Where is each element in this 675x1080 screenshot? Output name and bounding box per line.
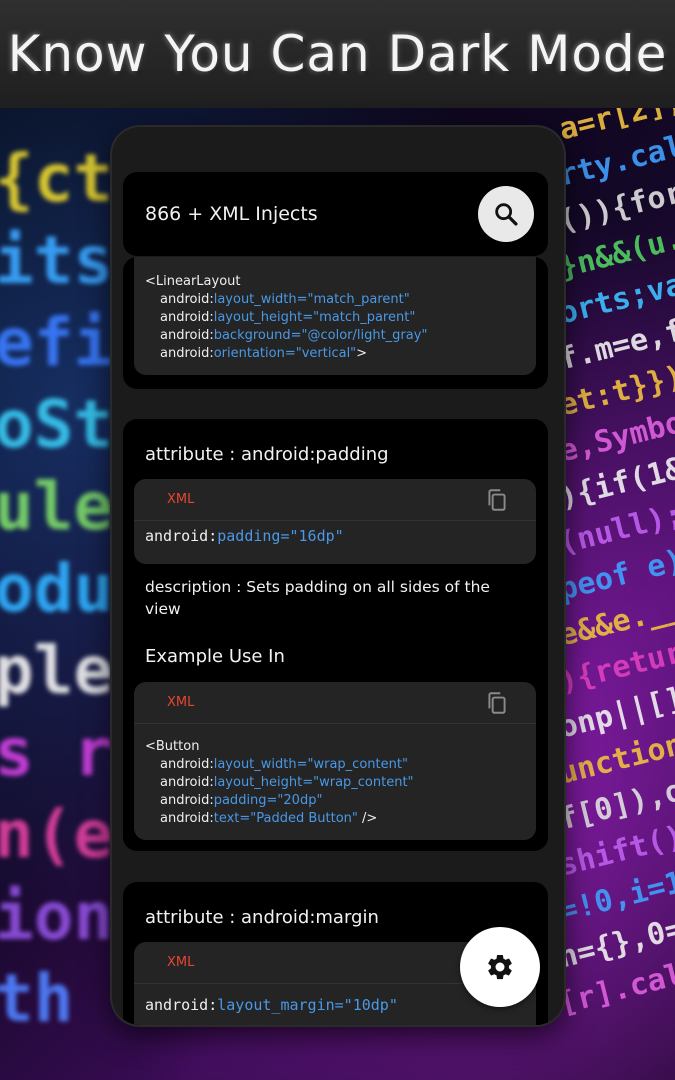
code-prefix: android: (160, 346, 214, 361)
code-attribute-line: android:padding="20dp" (145, 792, 536, 810)
code-prefix: android: (160, 310, 214, 325)
code-value: layout_width="wrap_content" (213, 757, 408, 772)
code-value: padding="16dp" (217, 527, 344, 545)
background-code-right: a=r[2],c rty.call(()){for(}n&&(u.sp orts;v… (556, 108, 675, 1028)
attribute-description: description : Sets padding on all sides … (145, 578, 490, 618)
code-suffix: /> (357, 811, 378, 826)
attribute-title: attribute : android:padding (145, 444, 389, 465)
phone-screen: <LinearLayout android:layout_width="matc… (112, 127, 564, 1025)
code-attribute-line: android:orientation="vertical"> (145, 345, 536, 363)
code-prefix: android: (160, 775, 214, 790)
example-heading: Example Use In (145, 646, 285, 667)
code-block-padding: XML android:padding="16dp" (134, 479, 536, 564)
code-attribute-line: android:background="@color/light_gray" (145, 327, 536, 345)
code-attribute-line: android:layout_width="match_parent" (145, 291, 536, 309)
code-prefix: android: (160, 757, 214, 772)
copy-icon[interactable] (484, 690, 510, 716)
code-prefix: android: (160, 793, 214, 808)
app-bar: 866 + XML Injects (123, 172, 548, 256)
code-prefix: android: (145, 527, 218, 545)
gear-icon (488, 955, 512, 980)
search-button[interactable] (478, 186, 534, 242)
code-line: android:padding="16dp" (145, 527, 344, 545)
attribute-title: attribute : android:margin (145, 907, 379, 928)
snippet-card-top: <LinearLayout android:layout_width="matc… (123, 257, 548, 389)
code-line-open: <LinearLayout (145, 274, 241, 289)
code-prefix: android: (160, 292, 214, 307)
code-suffix: > (356, 346, 368, 361)
copy-icon[interactable] (484, 487, 510, 513)
code-value: orientation="vertical" (213, 346, 357, 361)
search-icon (495, 203, 518, 226)
code-prefix: android: (160, 811, 214, 826)
xml-language-label: XML (167, 492, 195, 507)
code-value: text="Padded Button" (213, 811, 358, 826)
attribute-card-padding[interactable]: attribute : android:padding XML android:… (123, 419, 548, 851)
code-block-example: XML <Button android:layout_width="wrap_c… (134, 682, 536, 840)
code-attribute-line: android:layout_width="wrap_content" (145, 756, 536, 774)
code-block-header: XML (134, 682, 536, 724)
xml-language-label: XML (167, 955, 195, 970)
code-block-top: <LinearLayout android:layout_width="matc… (134, 257, 536, 375)
code-attribute-line: android:layout_height="wrap_content" (145, 774, 536, 792)
code-attribute-line: android:text="Padded Button" /> (145, 810, 536, 828)
code-line: android:layout_margin="10dp" (145, 996, 398, 1014)
code-value: layout_width="match_parent" (213, 292, 410, 307)
xml-language-label: XML (167, 695, 195, 710)
app-title: 866 + XML Injects (145, 203, 318, 225)
promo-header: Know You Can Dark Mode (0, 0, 675, 108)
promo-headline: Know You Can Dark Mode (7, 25, 668, 83)
code-prefix: android: (145, 996, 218, 1014)
code-value: layout_height="wrap_content" (213, 775, 414, 790)
code-value: background="@color/light_gray" (213, 328, 428, 343)
code-value: layout_height="match_parent" (213, 310, 416, 325)
code-value: padding="20dp" (213, 793, 323, 808)
code-line-open: <Button (145, 739, 200, 754)
code-prefix: android: (160, 328, 214, 343)
settings-fab[interactable] (460, 927, 540, 1007)
code-value: layout_margin="10dp" (217, 996, 398, 1014)
code-block-header: XML (134, 479, 536, 521)
code-attribute-line: android:layout_height="match_parent" (145, 309, 536, 327)
